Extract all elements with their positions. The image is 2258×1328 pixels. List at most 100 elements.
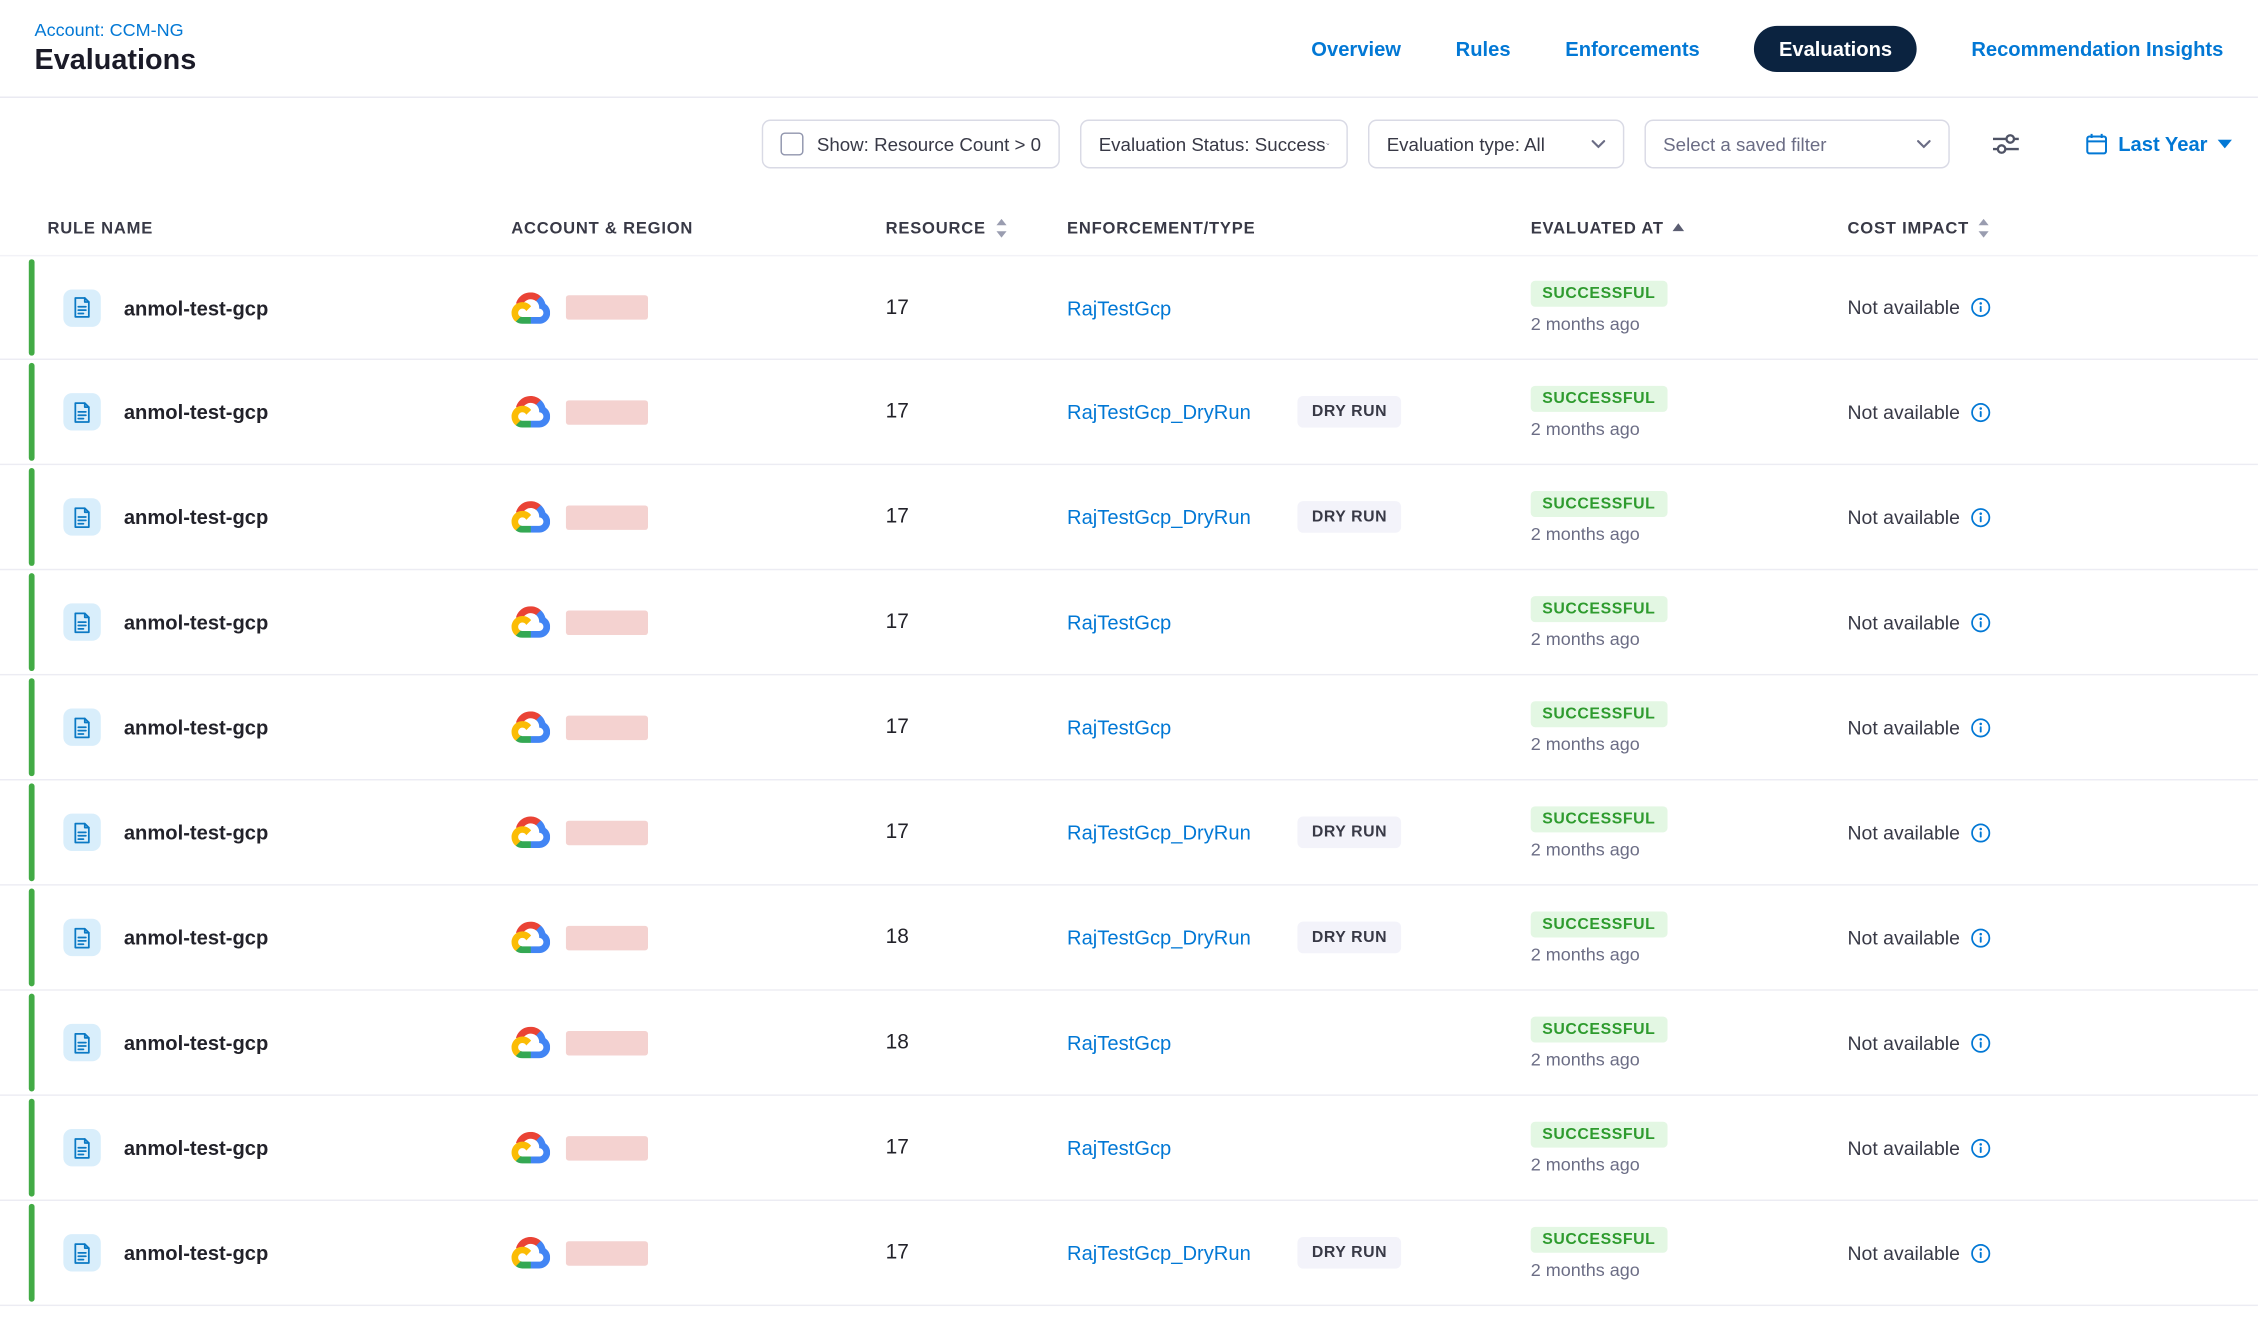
evaluation-status-value: Evaluation Status: Success — [1099, 133, 1326, 155]
table-header: Rule Name Account & Region Resource Enfo… — [0, 190, 2258, 255]
row-accent-bar — [29, 1099, 35, 1197]
rule-cell: anmol-test-gcp — [29, 1201, 511, 1305]
account-region-cell — [511, 606, 883, 638]
dry-run-badge: DRY RUN — [1297, 1237, 1401, 1269]
rule-cell: anmol-test-gcp — [29, 780, 511, 884]
info-icon[interactable] — [1970, 401, 1992, 423]
enforcement-link[interactable]: RajTestGcp — [1067, 611, 1297, 634]
account-region-cell — [511, 922, 883, 954]
dry-run-badge: DRY RUN — [1297, 922, 1401, 954]
account-region-cell — [511, 1027, 883, 1059]
evaluated-time: 2 months ago — [1531, 314, 1640, 334]
row-accent-bar — [29, 888, 35, 986]
enforcement-link[interactable]: RajTestGcp — [1067, 716, 1297, 739]
table-row[interactable]: anmol-test-gcp 17 RajTestGcp_DryRun DRY … — [0, 780, 2258, 885]
info-icon[interactable] — [1970, 1032, 1992, 1054]
enforcement-link[interactable]: RajTestGcp — [1067, 296, 1297, 319]
nav-recommendation-insights[interactable]: Recommendation Insights — [1971, 37, 2223, 60]
table-row[interactable]: anmol-test-gcp 17 RajTestGcp_DryRun DRY … — [0, 465, 2258, 570]
cost-impact-cell: Not available — [1848, 716, 2230, 738]
table-row[interactable]: anmol-test-gcp 17 RajTestGcp SUCCESSFUL … — [0, 675, 2258, 780]
resource-count-checkbox[interactable] — [781, 132, 804, 155]
info-icon[interactable] — [1970, 611, 1992, 633]
status-badge: SUCCESSFUL — [1531, 701, 1667, 727]
account-breadcrumb[interactable]: Account: CCM-NG — [35, 19, 197, 39]
enforcement-cell: RajTestGcp_DryRun DRY RUN — [1067, 1237, 1531, 1269]
info-icon[interactable] — [1970, 716, 1992, 738]
status-badge: SUCCESSFUL — [1531, 911, 1667, 937]
nav-overview[interactable]: Overview — [1311, 37, 1401, 60]
info-icon[interactable] — [1970, 927, 1992, 949]
table-row[interactable]: anmol-test-gcp 17 RajTestGcp_DryRun DRY … — [0, 360, 2258, 465]
status-badge: SUCCESSFUL — [1531, 490, 1667, 516]
gcp-cloud-icon — [511, 922, 550, 954]
resource-count: 17 — [883, 296, 1067, 319]
table-row[interactable]: anmol-test-gcp 18 RajTestGcp SUCCESSFUL … — [0, 991, 2258, 1096]
evaluation-status-dropdown[interactable]: Evaluation Status: Success — [1080, 120, 1348, 169]
enforcement-cell: RajTestGcp — [1067, 1136, 1531, 1159]
rule-name: anmol-test-gcp — [124, 821, 268, 844]
table-row[interactable]: anmol-test-gcp 17 RajTestGcp SUCCESSFUL … — [0, 1096, 2258, 1201]
rule-cell: anmol-test-gcp — [29, 675, 511, 779]
time-range-selector[interactable]: Last Year — [2085, 132, 2232, 155]
col-cost-impact[interactable]: Cost Impact — [1848, 219, 2230, 238]
evaluated-at-cell: SUCCESSFUL 2 months ago — [1531, 281, 1848, 334]
account-name-redacted — [566, 610, 648, 634]
account-region-cell — [511, 1237, 883, 1269]
status-badge: SUCCESSFUL — [1531, 385, 1667, 411]
enforcement-link[interactable]: RajTestGcp_DryRun — [1067, 821, 1297, 844]
info-icon[interactable] — [1970, 1137, 1992, 1159]
saved-filter-dropdown[interactable]: Select a saved filter — [1644, 120, 1949, 169]
enforcement-link[interactable]: RajTestGcp_DryRun — [1067, 926, 1297, 949]
enforcement-link[interactable]: RajTestGcp_DryRun — [1067, 1241, 1297, 1264]
enforcement-link[interactable]: RajTestGcp — [1067, 1031, 1297, 1054]
info-icon[interactable] — [1970, 506, 1992, 528]
rule-icon — [63, 814, 100, 851]
table-body: anmol-test-gcp 17 RajTestGcp SUCCESSFUL … — [0, 255, 2258, 1306]
table-row[interactable]: anmol-test-gcp 17 RajTestGcp_DryRun DRY … — [0, 1201, 2258, 1306]
resource-count: 18 — [883, 926, 1067, 949]
info-icon[interactable] — [1970, 297, 1992, 319]
col-enforcement-type: Enforcement/Type — [1067, 219, 1531, 238]
col-resource[interactable]: Resource — [883, 219, 1067, 238]
evaluation-type-value: Evaluation type: All — [1387, 133, 1545, 155]
rule-name: anmol-test-gcp — [124, 296, 268, 319]
enforcement-link[interactable]: RajTestGcp_DryRun — [1067, 400, 1297, 423]
filter-settings-button[interactable] — [1987, 128, 2024, 160]
resource-count: 17 — [883, 821, 1067, 844]
resource-count: 18 — [883, 1031, 1067, 1054]
rule-name: anmol-test-gcp — [124, 400, 268, 423]
cost-impact-value: Not available — [1848, 1032, 1960, 1054]
evaluated-time: 2 months ago — [1531, 1154, 1640, 1174]
resource-count-filter[interactable]: Show: Resource Count > 0 — [762, 120, 1060, 169]
table-row[interactable]: anmol-test-gcp 18 RajTestGcp_DryRun DRY … — [0, 886, 2258, 991]
row-accent-bar — [29, 994, 35, 1092]
chevron-down-icon — [1326, 140, 1330, 149]
account-name-redacted — [566, 1241, 648, 1265]
time-range-value: Last Year — [2118, 132, 2207, 155]
evaluated-at-cell: SUCCESSFUL 2 months ago — [1531, 490, 1848, 543]
nav-evaluations[interactable]: Evaluations — [1754, 25, 1916, 71]
enforcement-link[interactable]: RajTestGcp — [1067, 1136, 1297, 1159]
enforcement-cell: RajTestGcp_DryRun DRY RUN — [1067, 396, 1531, 428]
gcp-cloud-icon — [511, 396, 550, 428]
evaluated-time: 2 months ago — [1531, 734, 1640, 754]
account-region-cell — [511, 501, 883, 533]
rule-cell: anmol-test-gcp — [29, 570, 511, 674]
table-row[interactable]: anmol-test-gcp 17 RajTestGcp SUCCESSFUL … — [0, 255, 2258, 360]
info-icon[interactable] — [1970, 822, 1992, 844]
evaluated-time: 2 months ago — [1531, 839, 1640, 859]
evaluated-at-cell: SUCCESSFUL 2 months ago — [1531, 806, 1848, 859]
col-evaluated-at[interactable]: Evaluated At — [1531, 219, 1848, 238]
nav-enforcements[interactable]: Enforcements — [1565, 37, 1699, 60]
table-row[interactable]: anmol-test-gcp 17 RajTestGcp SUCCESSFUL … — [0, 570, 2258, 675]
evaluation-type-dropdown[interactable]: Evaluation type: All — [1368, 120, 1624, 169]
enforcement-link[interactable]: RajTestGcp_DryRun — [1067, 505, 1297, 528]
evaluated-time: 2 months ago — [1531, 523, 1640, 543]
nav-rules[interactable]: Rules — [1456, 37, 1511, 60]
enforcement-cell: RajTestGcp — [1067, 1031, 1531, 1054]
rule-icon — [63, 919, 100, 956]
info-icon[interactable] — [1970, 1242, 1992, 1264]
sliders-icon — [1993, 134, 2019, 154]
evaluated-time: 2 months ago — [1531, 1049, 1640, 1069]
